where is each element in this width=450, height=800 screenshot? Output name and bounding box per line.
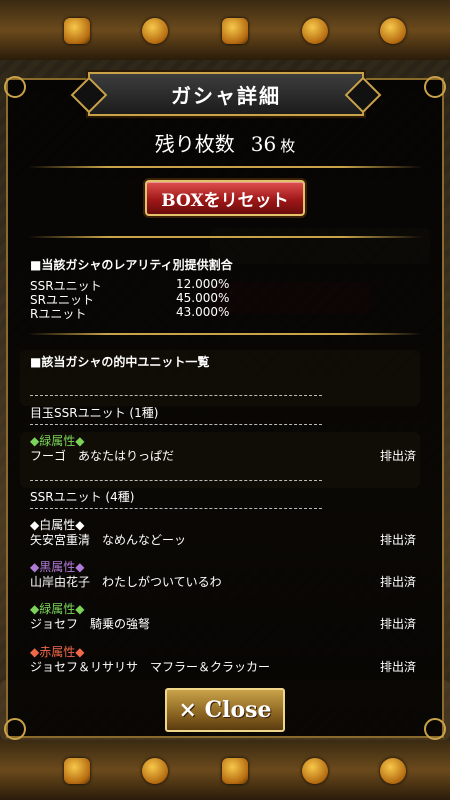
divider (28, 333, 422, 335)
unit-status: 排出済 (380, 533, 417, 547)
unit-status: 排出済 (380, 660, 417, 674)
rate-label: Rユニット (30, 307, 87, 321)
unit-name: 矢安宮重清 なめんなどーッ (30, 533, 187, 547)
unit-name: 山岸由花子 わたしがついているわ (30, 575, 222, 589)
ladybug-emblem-icon (380, 18, 406, 44)
dashed-divider (30, 508, 322, 509)
dashed-divider (30, 424, 322, 425)
hand-emblem-icon (222, 18, 248, 44)
rate-value: 12.000% (176, 277, 230, 291)
rate-value: 43.000% (176, 305, 230, 319)
remaining-unit: 枚 (280, 137, 296, 155)
dashed-divider (30, 480, 322, 481)
dashed-divider (30, 395, 322, 396)
hand-emblem-icon (222, 758, 248, 784)
corner-ornament-icon (424, 76, 446, 98)
heart-emblem-icon (142, 758, 168, 784)
unit-status: 排出済 (380, 617, 417, 631)
rate-value: 45.000% (176, 291, 230, 305)
unit-name: フーゴ あなたはりっぱだ (30, 449, 175, 463)
unit-name: ジョセフ 騎乗の強弩 (30, 617, 151, 631)
unit-name: ジョセフ＆リサリサ マフラー＆クラッカー (30, 660, 271, 674)
divider (28, 236, 422, 238)
bottom-emblem-strip (0, 740, 450, 800)
top-emblem-strip (0, 0, 450, 60)
corner-ornament-icon (4, 76, 26, 98)
peace-emblem-icon (302, 758, 328, 784)
remaining-label: 残り枚数 (154, 132, 235, 156)
dialog-title: ガシャ詳細 (88, 72, 364, 116)
remaining-count-display: 残り枚数 36 枚 (0, 128, 450, 157)
unit-status: 排出済 (380, 575, 417, 589)
ssr-group-label: SSRユニット (4種) (30, 490, 135, 504)
peace-emblem-icon (302, 18, 328, 44)
featured-group-label: 目玉SSRユニット (1種) (30, 406, 159, 420)
heart-emblem-icon (142, 18, 168, 44)
divider (28, 166, 422, 168)
reset-box-button[interactable]: BOXをリセット (145, 180, 305, 216)
rates-heading: ■当該ガシャのレアリティ別提供割合 (30, 258, 233, 272)
mask-emblem-icon (64, 758, 90, 784)
mask-emblem-icon (64, 18, 90, 44)
remaining-count: 36 (250, 132, 277, 156)
ladybug-emblem-icon (380, 758, 406, 784)
close-button[interactable]: × Close (165, 688, 285, 732)
units-heading: ■該当ガシャの的中ユニット一覧 (30, 355, 210, 369)
corner-ornament-icon (424, 718, 446, 740)
corner-ornament-icon (4, 718, 26, 740)
unit-status: 排出済 (380, 449, 417, 463)
